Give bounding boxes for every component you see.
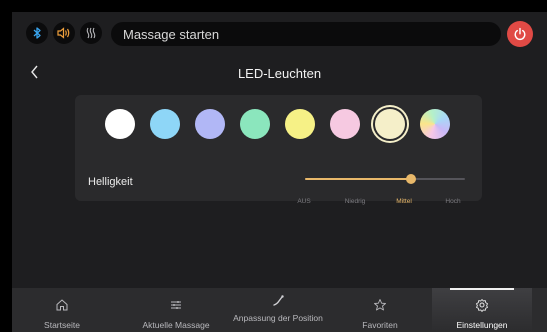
nav-item-einstellungen[interactable]: Einstellungen <box>432 288 532 332</box>
level-niedrig[interactable]: Niedrig <box>345 198 366 205</box>
nav-label: Aktuelle Massage <box>142 320 210 330</box>
color-swatch-3[interactable] <box>240 109 270 139</box>
color-swatch-0[interactable] <box>105 109 135 139</box>
power-icon[interactable] <box>507 21 533 47</box>
nav-item-favoriten[interactable]: Favoriten <box>330 288 430 332</box>
color-swatch-1[interactable] <box>150 109 180 139</box>
gear-icon <box>475 298 489 314</box>
volume-icon[interactable] <box>53 22 75 44</box>
level-hoch[interactable]: Hoch <box>445 198 460 205</box>
color-swatch-6[interactable] <box>375 109 405 139</box>
nav-item-aktuelle-massage[interactable]: Aktuelle Massage <box>126 288 226 332</box>
nav-label: Anpassung der Position <box>233 313 323 323</box>
slider-fill <box>305 178 411 180</box>
home-icon <box>55 298 69 314</box>
recline-icon <box>271 294 285 310</box>
massage-start-bar[interactable]: Massage starten <box>111 22 501 46</box>
screen: Massage starten LED-Leuchten Helligkeit … <box>12 12 547 332</box>
active-indicator <box>450 288 514 290</box>
bluetooth-icon[interactable] <box>26 22 48 44</box>
nav-label: Einstellungen <box>456 320 508 330</box>
color-swatch-7[interactable] <box>420 109 450 139</box>
sliders-icon <box>169 298 183 314</box>
nav-label: Startseite <box>44 320 80 330</box>
color-swatch-2[interactable] <box>195 109 225 139</box>
star-icon <box>373 298 387 314</box>
led-panel: Helligkeit AUS Niedrig Mittel Hoch <box>75 95 482 205</box>
nav-item-anpassung[interactable]: Anpassung der Position <box>228 288 328 332</box>
level-aus[interactable]: AUS <box>297 198 310 205</box>
color-swatches <box>105 109 455 141</box>
level-mittel[interactable]: Mittel <box>396 198 412 205</box>
slider-handle[interactable] <box>405 174 416 184</box>
brightness-slider[interactable] <box>305 174 465 184</box>
color-swatch-4[interactable] <box>285 109 315 139</box>
brightness-label: Helligkeit <box>88 176 133 188</box>
page-title: LED-Leuchten <box>237 66 322 81</box>
nav-item-startseite[interactable]: Startseite <box>12 288 112 332</box>
bottom-nav: Startseite Aktuelle Massage Anpassung de… <box>12 288 547 332</box>
nav-label: Favoriten <box>362 320 398 330</box>
heat-icon[interactable] <box>80 22 102 44</box>
color-swatch-5[interactable] <box>330 109 360 139</box>
top-bar: Massage starten <box>12 12 547 56</box>
massage-start-label: Massage starten <box>123 26 220 42</box>
